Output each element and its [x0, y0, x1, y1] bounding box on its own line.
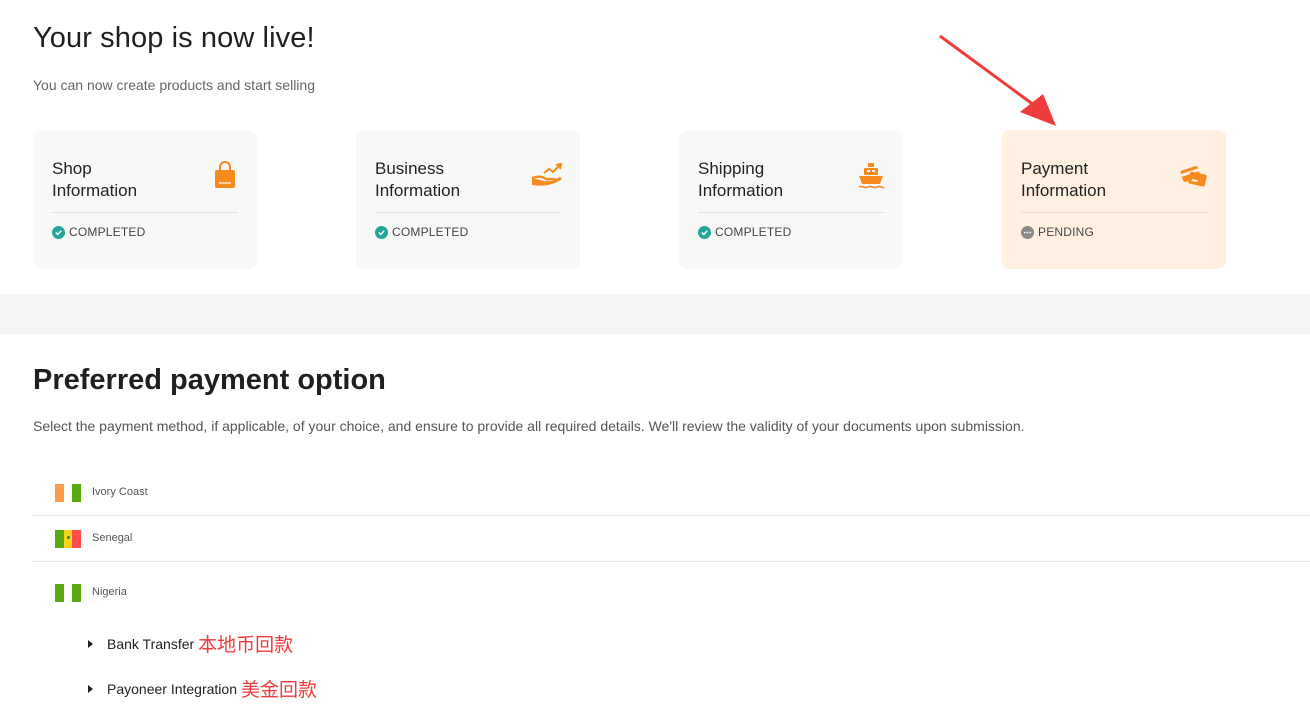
- card-shipping-information[interactable]: Shipping Information COMPLETED: [679, 130, 903, 269]
- card-divider: [1021, 212, 1207, 213]
- card-title: Business Information: [375, 158, 525, 202]
- status-badge: COMPLETED: [698, 225, 791, 239]
- more-circle-icon: [1021, 225, 1034, 239]
- annotation-note: 美金回款: [240, 680, 317, 701]
- check-circle-icon: [52, 225, 65, 239]
- country-name: Senegal: [92, 532, 133, 544]
- annotation-note: 本地币回款: [198, 635, 294, 656]
- card-divider: [52, 212, 238, 213]
- status-text: COMPLETED: [715, 225, 792, 239]
- card-title-line1: Business: [375, 159, 444, 178]
- flag-ivory-coast-icon: [55, 484, 82, 502]
- section-separator: [0, 294, 1310, 334]
- status-badge: PENDING: [1021, 225, 1094, 239]
- option-payoneer-integration[interactable]: Payoneer Integration 美金回款: [88, 675, 317, 702]
- status-text: PENDING: [1038, 225, 1095, 239]
- flag-senegal-icon: [55, 530, 82, 548]
- option-bank-transfer[interactable]: Bank Transfer 本地币回款: [88, 630, 293, 657]
- shopping-bag-icon: [215, 161, 235, 188]
- caret-right-icon: [88, 639, 93, 648]
- check-circle-icon: [698, 225, 711, 239]
- page-title: Your shop is now live!: [33, 22, 315, 54]
- onboarding-header: Your shop is now live! You can now creat…: [0, 0, 1310, 294]
- section-title: Preferred payment option: [33, 364, 386, 396]
- card-title-line2: Information: [52, 181, 138, 200]
- section-description: Select the payment method, if applicable…: [33, 418, 1025, 434]
- country-name: Ivory Coast: [92, 486, 148, 498]
- hand-growth-icon: [531, 162, 563, 186]
- check-circle-icon: [375, 225, 388, 239]
- page-subtitle: You can now create products and start se…: [33, 77, 315, 93]
- card-divider: [698, 212, 884, 213]
- ship-icon: [858, 163, 885, 189]
- option-label: Bank Transfer: [107, 635, 195, 652]
- country-name: Nigeria: [92, 586, 127, 598]
- card-divider: [375, 212, 561, 213]
- card-title-line2: Information: [375, 181, 461, 200]
- status-badge: COMPLETED: [52, 225, 145, 239]
- card-payment-information[interactable]: Payment Information PENDING: [1002, 130, 1226, 269]
- card-title: Shop Information: [52, 158, 202, 202]
- flag-nigeria-icon: [55, 584, 82, 602]
- card-title-line1: Shipping: [698, 159, 765, 178]
- country-row-senegal[interactable]: Senegal: [33, 516, 1310, 562]
- card-business-information[interactable]: Business Information COMPLETED: [356, 130, 580, 269]
- payment-card-icon: [1180, 166, 1207, 187]
- status-badge: COMPLETED: [375, 225, 468, 239]
- status-text: COMPLETED: [69, 225, 146, 239]
- card-title: Payment Information: [1021, 158, 1171, 202]
- card-title-line1: Payment: [1021, 159, 1089, 178]
- card-title-line1: Shop: [52, 159, 92, 178]
- card-title: Shipping Information: [698, 158, 848, 202]
- card-title-line2: Information: [1021, 181, 1107, 200]
- card-shop-information[interactable]: Shop Information COMPLETED: [33, 130, 257, 269]
- card-title-line2: Information: [698, 181, 784, 200]
- country-row-ivory-coast[interactable]: Ivory Coast: [33, 470, 1310, 516]
- status-text: COMPLETED: [392, 225, 469, 239]
- option-label: Payoneer Integration: [107, 680, 237, 697]
- country-row-nigeria[interactable]: Nigeria: [33, 570, 1310, 616]
- caret-right-icon: [88, 684, 93, 693]
